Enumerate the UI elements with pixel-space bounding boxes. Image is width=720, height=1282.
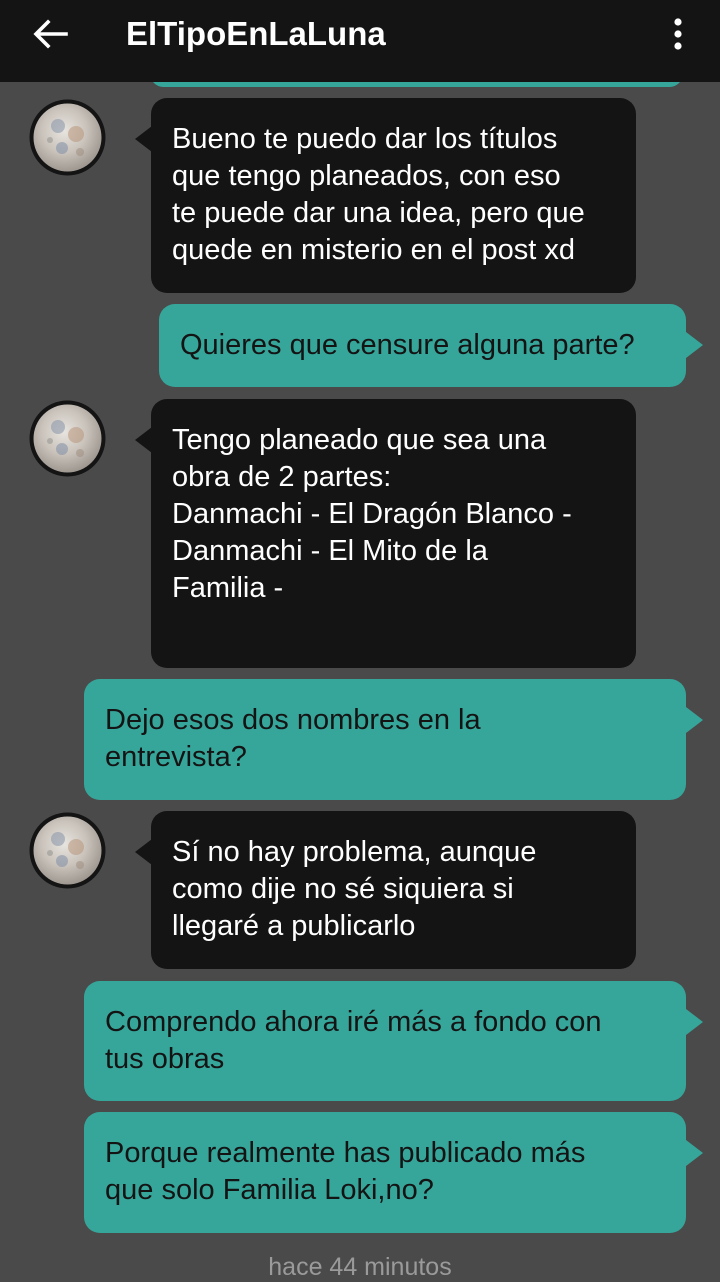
message-text: Comprendo ahora iré más a fondo con tus … — [105, 1006, 602, 1075]
message-text: Sí no hay problema, aunque como dije no … — [172, 836, 537, 942]
more-vertical-icon[interactable] — [664, 16, 692, 52]
message-text: Bueno te puedo dar los títulos que tengo… — [172, 123, 585, 266]
message-text: Porque realmente has publicado más que s… — [105, 1137, 586, 1206]
message-text: Quieres que censure alguna parte? — [180, 329, 635, 361]
message-text: Dejo esos dos nombres en la entrevista? — [105, 704, 481, 773]
moon-avatar[interactable] — [28, 399, 107, 478]
message-bubble-incoming[interactable]: Tengo planeado que sea una obra de 2 par… — [135, 399, 636, 668]
arrow-left-icon[interactable] — [30, 17, 70, 51]
moon-avatar[interactable] — [28, 811, 107, 890]
message-bubble-outgoing[interactable]: Comprendo ahora iré más a fondo con tus … — [84, 981, 703, 1101]
moon-avatar[interactable] — [28, 98, 107, 177]
message-bubble-incoming[interactable]: Bueno te puedo dar los títulos que tengo… — [135, 98, 636, 293]
chat-title[interactable]: ElTipoEnLaLuna — [126, 14, 386, 54]
message-text: Tengo planeado que sea una obra de 2 par… — [172, 424, 572, 604]
message-timestamp: hace 44 minutos — [268, 1253, 452, 1281]
message-bubble-outgoing[interactable]: Porque realmente has publicado más que s… — [84, 1112, 703, 1233]
message-bubble-outgoing[interactable]: Quieres que censure alguna parte? — [159, 304, 703, 387]
top-app-bar: ElTipoEnLaLuna — [0, 0, 720, 82]
message-bubble-incoming[interactable]: Sí no hay problema, aunque como dije no … — [135, 811, 636, 969]
message-bubble-outgoing[interactable]: Dejo esos dos nombres en la entrevista? — [84, 679, 703, 800]
